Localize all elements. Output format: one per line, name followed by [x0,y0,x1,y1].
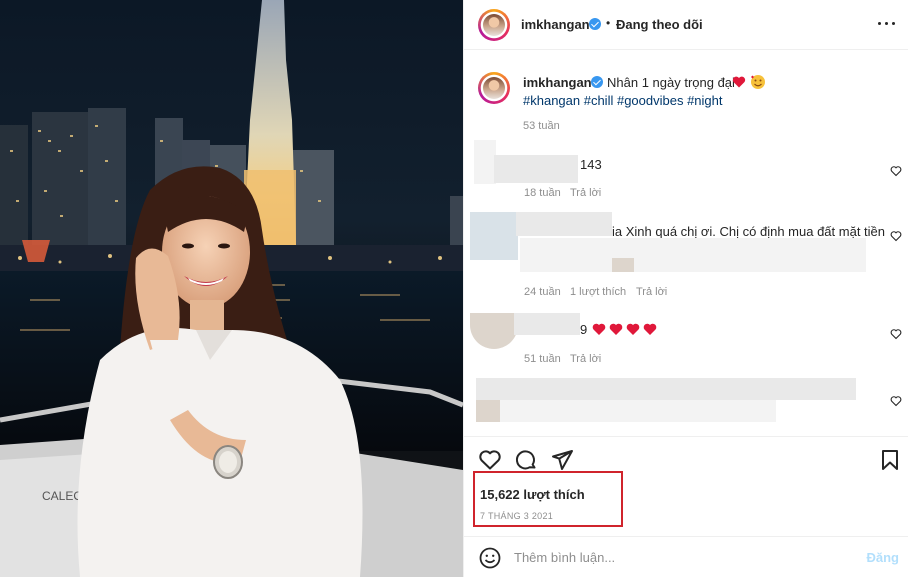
comment-reply-link[interactable]: Trả lời [636,286,667,298]
commenter-avatar-blurred[interactable] [476,400,500,422]
emoji-icon[interactable] [478,546,502,570]
comment-icon[interactable] [514,448,538,472]
post-comment-button[interactable]: Đăng [867,550,900,565]
commenter-avatar-blurred[interactable] [470,313,518,349]
comment-reply-link[interactable]: Trả lời [570,187,601,199]
comment-time[interactable]: 24 tuần [524,286,561,298]
smiling-face-hearts-emoji-icon [751,75,765,89]
post-photo[interactable]: CALEON [0,0,463,577]
verified-badge-icon [591,76,603,88]
heart-icon[interactable] [478,448,502,472]
comment-text: 143 [580,157,602,172]
caption-username[interactable]: imkhangan [523,75,592,90]
comment-reply-link[interactable]: Trả lời [570,353,601,365]
bookmark-icon[interactable] [878,448,902,472]
paper-plane-icon[interactable] [550,448,574,472]
commenter-avatar-blurred[interactable] [470,212,518,260]
separator-dot: • [606,16,611,30]
post-side-panel: imkhangan • Đang theo dõi imkhangan Nhân… [463,0,908,577]
comment-blurred [476,400,776,422]
comment-text-blurred [612,258,634,272]
comment-like-heart-icon[interactable] [890,230,902,242]
comment-like-heart-icon[interactable] [890,165,902,177]
caption-hashtags[interactable]: #khangan #chill #goodvibes #night [523,93,723,108]
likes-highlight-box [473,471,623,527]
comment-time[interactable]: 51 tuần [524,353,561,365]
commenter-avatar-blurred[interactable] [474,140,496,184]
following-button[interactable]: Đang theo dõi [616,17,703,32]
caption-avatar[interactable] [478,72,510,104]
comment-like-heart-icon[interactable] [890,328,902,340]
comment-like-heart-icon[interactable] [890,395,902,407]
caption-text: Nhân 1 ngày trọng đại [607,75,735,90]
photo-scene: CALEON [0,0,463,577]
comment-text-blurred [520,238,866,272]
comment-likes-count[interactable]: 1 lượt thích [570,286,626,298]
comment-text: ia Xinh quá chị ơi. Chị có định mua đất … [612,224,886,239]
post-header: imkhangan • Đang theo dõi [464,0,908,50]
more-options-icon[interactable] [877,13,897,33]
heart-emojis-icon [592,323,657,335]
comment-text: 9 [580,322,588,337]
caption-time[interactable]: 53 tuần [523,120,560,132]
red-heart-emoji-icon [732,76,746,88]
comment-input[interactable]: Thêm bình luận... [514,550,615,565]
comment-username-blurred [516,212,612,236]
author-username[interactable]: imkhangan [521,17,590,32]
comment-username-blurred [514,313,580,335]
verified-badge-icon [589,18,601,30]
comment-text-blurred [494,155,578,183]
add-comment-bar: Thêm bình luận... Đăng [464,536,908,577]
author-avatar[interactable] [478,9,510,41]
comment-time[interactable]: 18 tuần [524,187,561,199]
comment-blurred [476,378,856,400]
